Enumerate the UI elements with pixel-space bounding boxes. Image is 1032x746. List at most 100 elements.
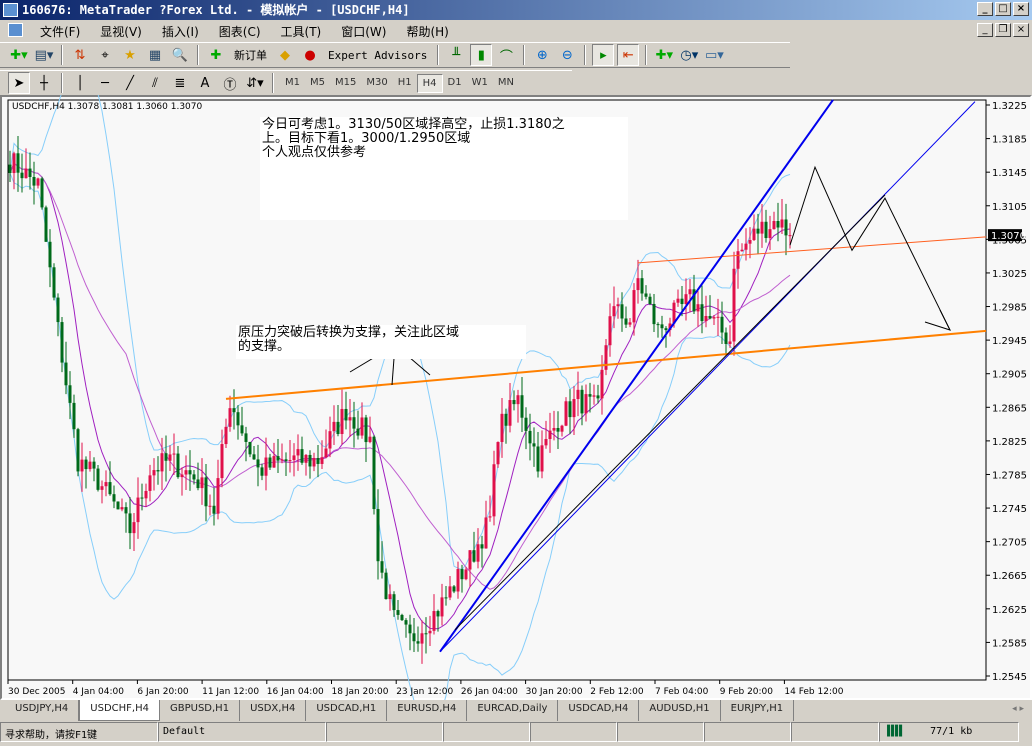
candle-body: [644, 293, 648, 297]
indicators-icon[interactable]: ✚▾: [653, 44, 675, 66]
market-watch-icon[interactable]: ⇅: [69, 44, 91, 66]
crosshair-navigator-icon[interactable]: ⌖: [94, 44, 116, 66]
close-button[interactable]: ×: [1013, 2, 1029, 16]
new-chart-icon[interactable]: ✚▾: [8, 44, 30, 66]
x-tick-label: 11 Jan 12:00: [202, 687, 259, 697]
horizontal-line-icon[interactable]: ─: [94, 72, 116, 94]
candle-body: [32, 176, 36, 186]
chart-tab[interactable]: USDJPY,H4: [5, 700, 80, 721]
menu-charts[interactable]: 图表(C): [209, 23, 271, 40]
menu-help[interactable]: 帮助(H): [396, 23, 458, 40]
timeframe-m1[interactable]: M1: [280, 74, 305, 93]
candle-body: [396, 610, 400, 615]
candle-body: [728, 341, 732, 344]
fibonacci-icon[interactable]: ≣: [169, 72, 191, 94]
chart-tab[interactable]: EURJPY,H1: [721, 700, 795, 721]
line-chart-icon[interactable]: ⌒: [495, 44, 517, 66]
timeframe-h4[interactable]: H4: [416, 73, 443, 93]
candle-body: [216, 478, 220, 514]
tab-scroll-arrows[interactable]: ◂ ▸: [1012, 704, 1024, 714]
templates-icon[interactable]: ▭▾: [703, 44, 725, 66]
new-order-icon[interactable]: ✚: [205, 44, 227, 66]
favorites-folder-icon[interactable]: ★: [119, 44, 141, 66]
candle-body: [756, 228, 760, 234]
bar-chart-icon[interactable]: ╨: [445, 44, 467, 66]
chart-tab[interactable]: USDCAD,H1: [306, 700, 388, 721]
profiles-icon[interactable]: ▤▾: [33, 44, 55, 66]
timeframe-m30[interactable]: M30: [361, 74, 392, 93]
candle-body: [436, 611, 440, 617]
strategy-tester-icon[interactable]: 🔍: [169, 44, 191, 66]
equidistant-channel-icon[interactable]: ⫽: [144, 72, 166, 94]
menu-insert[interactable]: 插入(I): [152, 23, 209, 40]
vertical-line-icon[interactable]: │: [69, 72, 91, 94]
menu-view[interactable]: 显视(V): [90, 23, 152, 40]
y-tick-label: 1.2745: [992, 504, 1027, 515]
mdi-restore-button[interactable]: ❐: [995, 23, 1011, 37]
candle-body: [44, 207, 48, 242]
candle-body: [384, 572, 388, 600]
candle-body: [324, 448, 328, 458]
chart-tab[interactable]: EURUSD,H4: [387, 700, 468, 721]
zoom-out-icon[interactable]: ⊖: [556, 44, 578, 66]
candle-body: [176, 453, 180, 478]
chart-tab[interactable]: USDX,H4: [240, 700, 307, 721]
candle-body: [388, 594, 392, 600]
chart-tab[interactable]: GBPUSD,H1: [160, 700, 241, 721]
candle-body: [696, 304, 700, 312]
candle-body: [460, 569, 464, 580]
cursor-icon[interactable]: ➤: [8, 72, 30, 94]
zoom-in-icon[interactable]: ⊕: [531, 44, 553, 66]
expert-advisors-button[interactable]: Expert Advisors: [324, 49, 431, 62]
warning-icon[interactable]: ◆: [274, 44, 296, 66]
auto-scroll-icon[interactable]: ▸: [592, 44, 615, 66]
terminal-icon[interactable]: ▦: [144, 44, 166, 66]
candle-body: [636, 278, 640, 291]
arrows-icon[interactable]: ⇵▾: [244, 72, 266, 94]
mdi-minimize-button[interactable]: _: [977, 23, 993, 37]
menu-tools[interactable]: 工具(T): [271, 23, 332, 40]
timeframe-w1[interactable]: W1: [467, 74, 493, 93]
candle-body: [200, 477, 204, 489]
y-tick-label: 1.3225: [992, 101, 1027, 112]
candlestick-icon[interactable]: ▮: [470, 44, 493, 66]
text-icon[interactable]: A: [194, 72, 216, 94]
timeframe-d1[interactable]: D1: [443, 74, 467, 93]
y-tick-label: 1.2705: [992, 538, 1027, 549]
current-price-label: 1.3070: [991, 231, 1026, 242]
candle-body: [108, 482, 112, 495]
periods-clock-icon[interactable]: ◷▾: [678, 44, 700, 66]
new-order-button[interactable]: 新订单: [230, 47, 271, 63]
candle-body: [736, 251, 740, 269]
chart-tab[interactable]: EURCAD,Daily: [467, 700, 559, 721]
candle-body: [208, 505, 212, 507]
candle-body: [768, 229, 772, 239]
chart-tab[interactable]: USDCHF,H4: [79, 700, 160, 721]
timeframe-m15[interactable]: M15: [330, 74, 361, 93]
chart-shift-icon[interactable]: ⇤: [617, 44, 640, 66]
y-tick-label: 1.3105: [992, 202, 1027, 213]
text-label-icon[interactable]: Ⓣ: [219, 72, 241, 94]
expert-advisors-icon[interactable]: ●: [299, 44, 321, 66]
note-line: 上。目标下看1。3000/1.2950区域: [262, 131, 471, 146]
mdi-close-button[interactable]: ×: [1013, 23, 1029, 37]
chart-tab[interactable]: AUDUSD,H1: [639, 700, 721, 721]
crosshair-icon[interactable]: ┼: [33, 72, 55, 94]
x-tick-label: 30 Dec 2005: [8, 687, 66, 697]
standard-toolbar: ✚▾ ▤▾ ⇅ ⌖ ★ ▦ 🔍 ✚ 新订单 ◆ ● Expert Advisor…: [0, 42, 790, 68]
timeframe-mn[interactable]: MN: [493, 74, 519, 93]
candle-body: [572, 399, 576, 418]
candle-body: [360, 417, 364, 436]
note-line: 的支撑。: [238, 339, 291, 354]
trendline-icon[interactable]: ╱: [119, 72, 141, 94]
candle-body: [688, 289, 692, 295]
menu-window[interactable]: 窗口(W): [331, 23, 396, 40]
candle-body: [544, 439, 548, 446]
candle-body: [576, 389, 580, 400]
timeframe-h1[interactable]: H1: [393, 74, 417, 93]
maximize-button[interactable]: □: [995, 2, 1011, 16]
timeframe-m5[interactable]: M5: [305, 74, 330, 93]
menu-file[interactable]: 文件(F): [30, 23, 90, 40]
chart-tab[interactable]: USDCAD,H4: [558, 700, 640, 721]
minimize-button[interactable]: _: [977, 2, 993, 16]
